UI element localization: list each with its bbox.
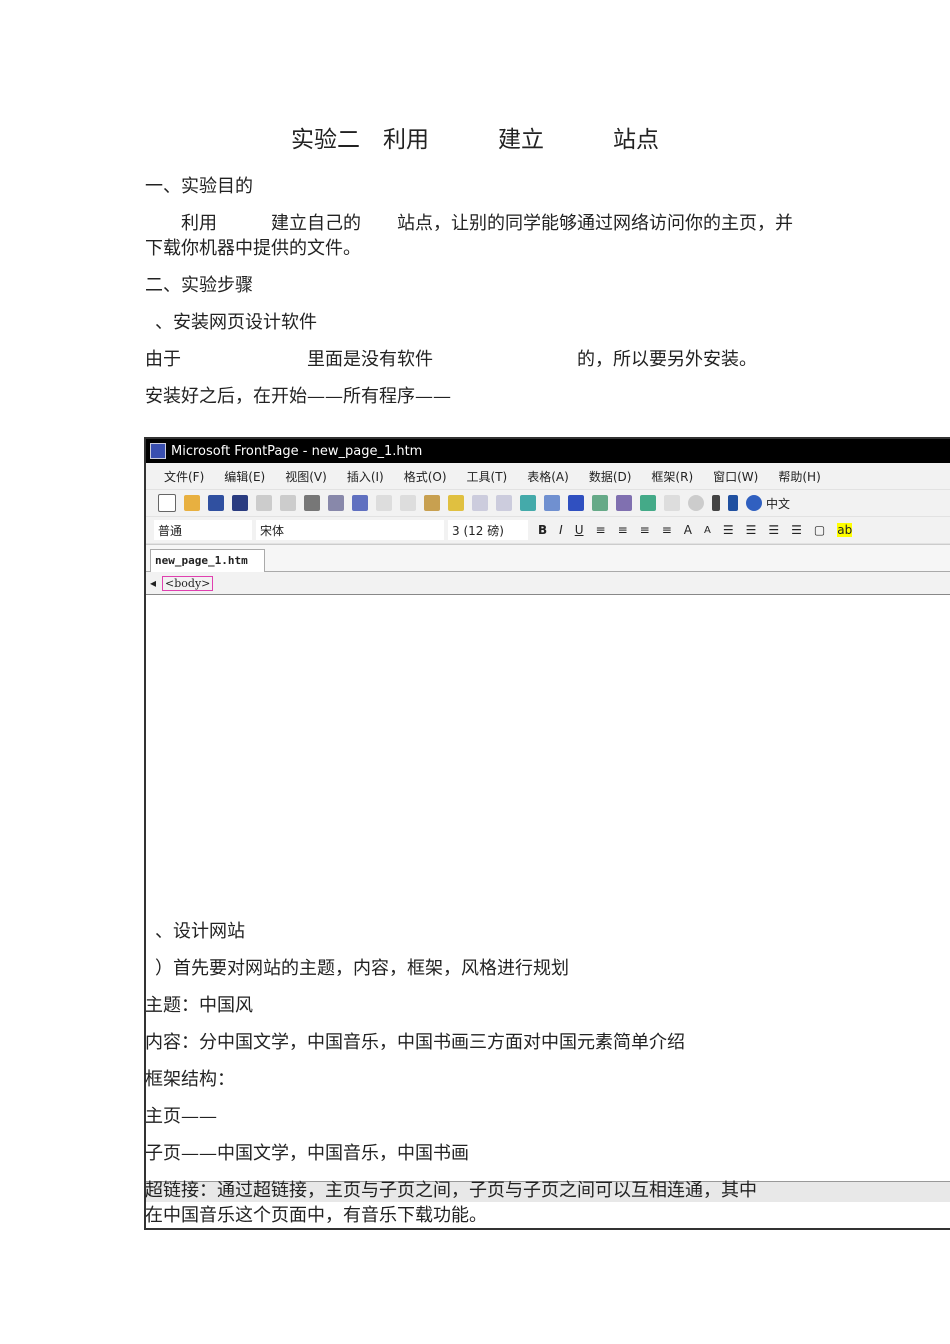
menu-file[interactable]: 文件(F) (164, 468, 204, 485)
publish-icon[interactable] (256, 495, 272, 511)
quick-tag-selector: ◂ <body> (146, 571, 950, 595)
border-icon[interactable]: ▢ (814, 523, 825, 537)
paste-icon[interactable] (424, 495, 440, 511)
hyperlink-icon[interactable] (640, 495, 656, 511)
paragraph: 主题：中国风 (145, 995, 253, 1016)
size-value: 3 (12 磅) (452, 523, 504, 538)
font-value: 宋体 (260, 523, 285, 538)
redo-icon[interactable] (496, 495, 512, 511)
anchor-icon[interactable] (728, 495, 738, 511)
undo-icon[interactable] (472, 495, 488, 511)
paragraph: 内容：分中国文学，中国音乐，中国书画三方面对中国元素简单介绍 (145, 1032, 685, 1053)
menu-tools[interactable]: 工具(T) (467, 468, 508, 485)
cut-icon[interactable] (376, 495, 392, 511)
menu-table[interactable]: 表格(A) (527, 468, 569, 485)
paragraph: 安装好之后，在开始——所有程序—— (145, 386, 451, 407)
search-icon[interactable] (232, 495, 248, 511)
scroll-left-icon[interactable]: ◂ (150, 576, 156, 590)
tab-strip: new_page_1.htm (146, 544, 950, 572)
refresh-icon[interactable] (664, 495, 680, 511)
italic-icon[interactable]: I (559, 523, 563, 537)
open-icon[interactable] (184, 495, 200, 511)
menu-view[interactable]: 视图(V) (285, 468, 327, 485)
help-icon[interactable] (746, 495, 762, 511)
increase-indent-icon[interactable]: ☰ (791, 523, 802, 537)
align-center-icon[interactable]: ≡ (618, 523, 628, 537)
paragraph: 框架结构： (145, 1069, 235, 1090)
align-left-icon[interactable]: ≡ (596, 523, 606, 537)
grow-font-icon[interactable]: A (684, 523, 692, 537)
paragraph: 由于 里面是没有软件 的，所以要另外安装。 (145, 349, 757, 370)
save-icon[interactable] (208, 495, 224, 511)
picture-icon[interactable] (592, 495, 608, 511)
heading-purpose: 一、实验目的 (145, 176, 253, 197)
web-component-icon[interactable] (520, 495, 536, 511)
frontpage-screenshot: Microsoft FrontPage - new_page_1.htm 文件(… (144, 437, 950, 1230)
body-tag[interactable]: <body> (162, 575, 214, 591)
style-select[interactable]: 普通 (154, 520, 252, 540)
menu-data[interactable]: 数据(D) (589, 468, 632, 485)
step-heading: 、安装网页设计软件 (155, 312, 317, 333)
tab-new-page[interactable]: new_page_1.htm (150, 549, 265, 572)
menu-edit[interactable]: 编辑(E) (224, 468, 265, 485)
formatting-toolbar: 普通 宋体 3 (12 磅) BIU ≡ ≡ ≡ ≡ A A ☰ ☰ ☰ ☰ ▢ ab (146, 517, 950, 544)
paragraph: 子页——中国文学，中国音乐，中国书画 (145, 1143, 469, 1164)
menu-bar: 文件(F) 编辑(E) 视图(V) 插入(I) 格式(O) 工具(T) 表格(A… (146, 463, 950, 490)
heading-steps: 二、实验步骤 (145, 275, 253, 296)
window-title: Microsoft FrontPage - new_page_1.htm (171, 443, 423, 459)
panel-icon[interactable] (280, 495, 296, 511)
menu-help[interactable]: 帮助(H) (778, 468, 820, 485)
paragraph: 主页—— (145, 1106, 217, 1127)
highlight-icon[interactable]: ab (837, 523, 853, 537)
menu-window[interactable]: 窗口(W) (713, 468, 758, 485)
underline-icon[interactable]: U (575, 523, 584, 537)
paragraph: 利用 建立自己的 站点，让别的同学能够通过网络访问你的主页，并 (145, 213, 793, 234)
preview-icon[interactable] (328, 495, 344, 511)
format-painter-icon[interactable] (448, 495, 464, 511)
bullet-list-icon[interactable]: ☰ (746, 523, 757, 537)
paragraph: 下载你机器中提供的文件。 (145, 238, 361, 259)
new-icon[interactable] (158, 494, 176, 512)
align-right-icon[interactable]: ≡ (640, 523, 650, 537)
table-icon[interactable] (544, 495, 560, 511)
justify-icon[interactable]: ≡ (662, 523, 672, 537)
window-titlebar: Microsoft FrontPage - new_page_1.htm (146, 439, 950, 463)
paragraph: 在中国音乐这个页面中，有音乐下载功能。 (145, 1205, 487, 1226)
menu-format[interactable]: 格式(O) (404, 468, 447, 485)
style-value: 普通 (158, 523, 183, 538)
show-all-icon[interactable] (712, 495, 720, 511)
menu-insert[interactable]: 插入(I) (347, 468, 384, 485)
standard-toolbar: 中文 (146, 490, 950, 517)
size-select[interactable]: 3 (12 磅) (448, 520, 528, 540)
document-title: 实验二 利用 建立 站点 (291, 127, 659, 153)
app-icon (150, 443, 166, 459)
ime-label: 中文 (766, 496, 791, 511)
step-heading: 、设计网站 (155, 921, 245, 942)
shrink-font-icon[interactable]: A (704, 525, 711, 536)
stop-icon[interactable] (688, 495, 704, 511)
bold-icon[interactable]: B (538, 523, 547, 537)
drawing-icon[interactable] (616, 495, 632, 511)
print-icon[interactable] (304, 495, 320, 511)
decrease-indent-icon[interactable]: ☰ (768, 523, 779, 537)
paragraph: 超链接：通过超链接，主页与子页之间，子页与子页之间可以互相连通，其中 (145, 1180, 757, 1201)
font-select[interactable]: 宋体 (256, 520, 444, 540)
paragraph: ）首先要对网站的主题，内容，框架，风格进行规划 (155, 958, 569, 979)
spelling-icon[interactable] (352, 495, 368, 511)
layer-icon[interactable] (568, 495, 584, 511)
numbered-list-icon[interactable]: ☰ (723, 523, 734, 537)
menu-frames[interactable]: 框架(R) (651, 468, 693, 485)
copy-icon[interactable] (400, 495, 416, 511)
